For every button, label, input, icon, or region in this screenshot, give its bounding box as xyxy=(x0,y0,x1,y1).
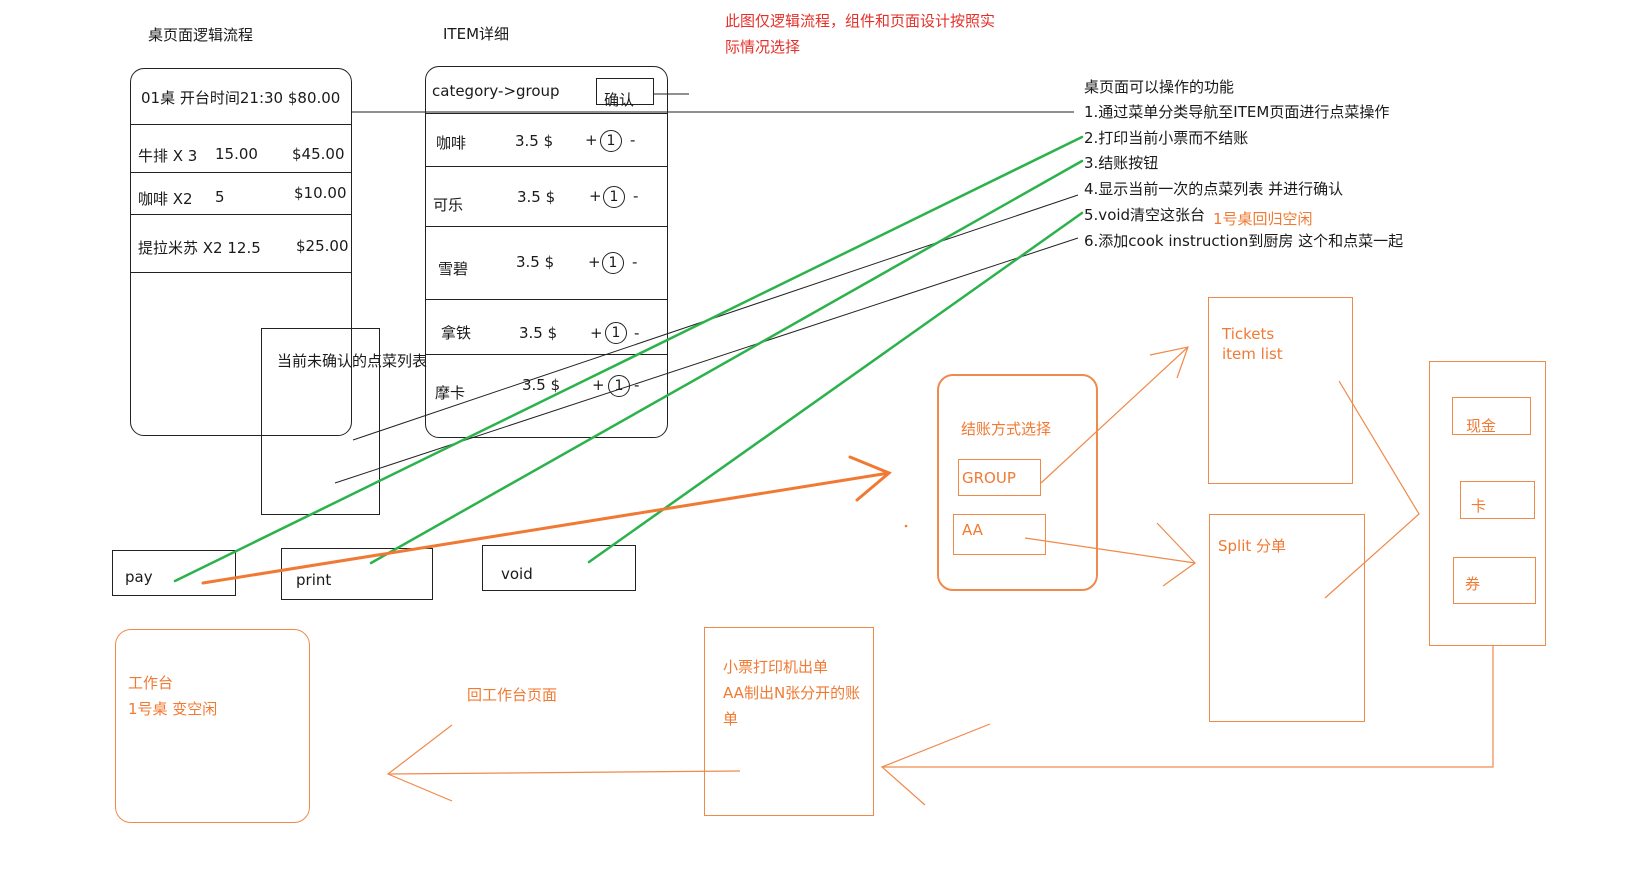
printer-line2: AA制出N张分开的账 xyxy=(723,684,861,702)
order-row-price: 15.00 xyxy=(215,145,258,163)
item-price: 3.5 $ xyxy=(516,253,555,271)
table-flow-title: 桌页面逻辑流程 xyxy=(148,26,254,44)
order-row-total: $25.00 xyxy=(296,237,349,255)
function-item: 5.void清空这张台 xyxy=(1084,206,1206,224)
function-item: 2.打印当前小票而不结账 xyxy=(1084,129,1249,147)
order-row-price: 5 xyxy=(215,188,225,206)
qty-value: 1 xyxy=(605,322,627,344)
tickets-line2: item list xyxy=(1222,345,1283,363)
note-line-1: 此图仅逻辑流程，组件和页面设计按照实 xyxy=(725,12,996,30)
split-label: Split 分单 xyxy=(1218,537,1287,555)
function-item: 3.结账按钮 xyxy=(1084,154,1159,172)
aa-label: AA xyxy=(962,521,983,539)
order-row-name: 牛排 X 3 xyxy=(138,147,198,165)
qty-value: 1 xyxy=(602,252,624,274)
qty-plus[interactable]: + xyxy=(588,253,601,271)
pay-label: pay xyxy=(125,568,153,586)
group-label: GROUP xyxy=(962,469,1016,487)
qty-plus[interactable]: + xyxy=(590,324,603,342)
qty-plus[interactable]: + xyxy=(589,187,602,205)
tickets-line1: Tickets xyxy=(1222,325,1275,343)
table-header: 01桌 开台时间21:30 $80.00 xyxy=(141,89,341,107)
item-name: 可乐 xyxy=(433,196,464,214)
printer-line1: 小票打印机出单 xyxy=(723,658,829,676)
item-price: 3.5 $ xyxy=(517,188,556,206)
coupon-label: 券 xyxy=(1465,575,1481,593)
order-row-total: $10.00 xyxy=(294,184,347,202)
item-name: 拿铁 xyxy=(441,324,472,342)
function-item: 1.通过菜单分类导航至ITEM页面进行点菜操作 xyxy=(1084,103,1390,121)
qty-minus[interactable]: - xyxy=(630,131,635,149)
functions-title: 桌页面可以操作的功能 xyxy=(1084,78,1235,96)
qty-minus[interactable]: - xyxy=(634,324,639,342)
workbench-line1: 工作台 xyxy=(128,674,174,692)
item-detail-title: ITEM详细 xyxy=(443,25,510,43)
printer-line3: 单 xyxy=(723,710,739,728)
item-price: 3.5 $ xyxy=(515,132,554,150)
item-name: 雪碧 xyxy=(438,260,469,278)
print-label: print xyxy=(296,571,332,589)
qty-value: 1 xyxy=(608,375,630,397)
payment-select-title: 结账方式选择 xyxy=(961,420,1052,438)
qty-minus[interactable]: - xyxy=(632,253,637,271)
item-name: 咖啡 xyxy=(436,134,467,152)
unconfirmed-list-label: 当前未确认的点菜列表 xyxy=(277,352,428,370)
workbench-box xyxy=(115,629,310,823)
workbench-line2: 1号桌 变空闲 xyxy=(128,700,218,718)
card-label: 卡 xyxy=(1471,497,1487,515)
item-price: 3.5 $ xyxy=(522,376,561,394)
qty-value: 1 xyxy=(603,186,625,208)
cash-label: 现金 xyxy=(1466,417,1497,435)
item-name: 摩卡 xyxy=(435,384,466,402)
void-note: 1号桌回归空闲 xyxy=(1213,210,1313,228)
qty-plus[interactable]: + xyxy=(592,376,605,394)
order-row-name: 咖啡 X2 xyxy=(138,190,193,208)
order-row-total: $45.00 xyxy=(292,145,345,163)
qty-minus[interactable]: - xyxy=(633,187,638,205)
qty-plus[interactable]: + xyxy=(585,131,598,149)
qty-value: 1 xyxy=(600,130,622,152)
qty-minus[interactable]: - xyxy=(634,376,639,394)
confirm-label: 确认 xyxy=(604,91,635,109)
back-to-workbench-label: 回工作台页面 xyxy=(467,686,558,704)
category-nav[interactable]: category->group xyxy=(432,82,560,100)
order-row-name: 提拉米苏 X2 12.5 xyxy=(138,239,261,257)
item-price: 3.5 $ xyxy=(519,324,558,342)
note-line-2: 际情况选择 xyxy=(725,38,801,56)
function-item: 4.显示当前一次的点菜列表 并进行确认 xyxy=(1084,180,1344,198)
function-item: 6.添加cook instruction到厨房 这个和点菜一起 xyxy=(1084,232,1404,250)
void-label: void xyxy=(501,565,533,583)
